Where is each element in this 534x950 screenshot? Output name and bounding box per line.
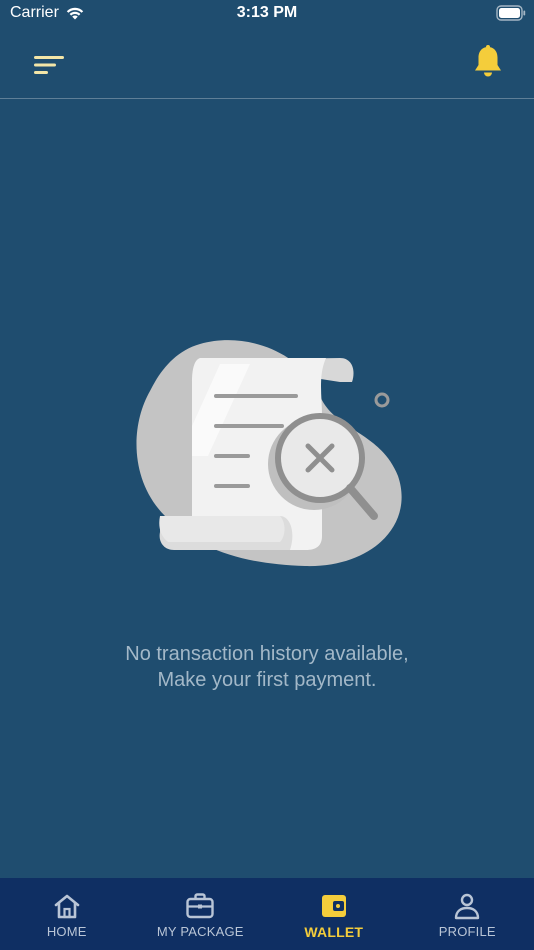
nav-label-home: HOME [46, 924, 87, 939]
empty-state-illustration [130, 336, 410, 576]
status-time: 3:13 PM [236, 4, 298, 21]
nav-item-wallet[interactable]: WALLET [267, 878, 401, 950]
header [0, 28, 534, 99]
nav-label-profile: PROFILE [438, 924, 496, 939]
empty-state-line-2: Make your first payment. [157, 669, 377, 691]
nav-item-my-package[interactable]: MY PACKAGE [134, 878, 268, 950]
wallet-icon [321, 895, 346, 917]
empty-state-line-1: No transaction history available, [125, 643, 409, 665]
menu-icon [34, 56, 64, 74]
briefcase-icon [186, 893, 214, 919]
nav-item-profile[interactable]: PROFILE [401, 878, 534, 950]
bell-icon [475, 45, 501, 77]
profile-icon [455, 893, 480, 920]
home-icon [54, 894, 80, 919]
menu-button[interactable] [32, 52, 66, 78]
notifications-button[interactable] [472, 44, 504, 80]
status-bar: Carrier 3:13 PM [0, 0, 534, 28]
nav-label-wallet: WALLET [304, 924, 364, 940]
nav-label-my-package: MY PACKAGE [156, 924, 244, 939]
receipt-search-icon [136, 340, 402, 567]
battery-icon [496, 5, 526, 21]
empty-state-message: No transaction history available, Make y… [0, 641, 534, 693]
nav-item-home[interactable]: HOME [0, 878, 134, 950]
bottom-nav: HOME MY PACKAGE WALLET PROFILE [0, 878, 534, 950]
